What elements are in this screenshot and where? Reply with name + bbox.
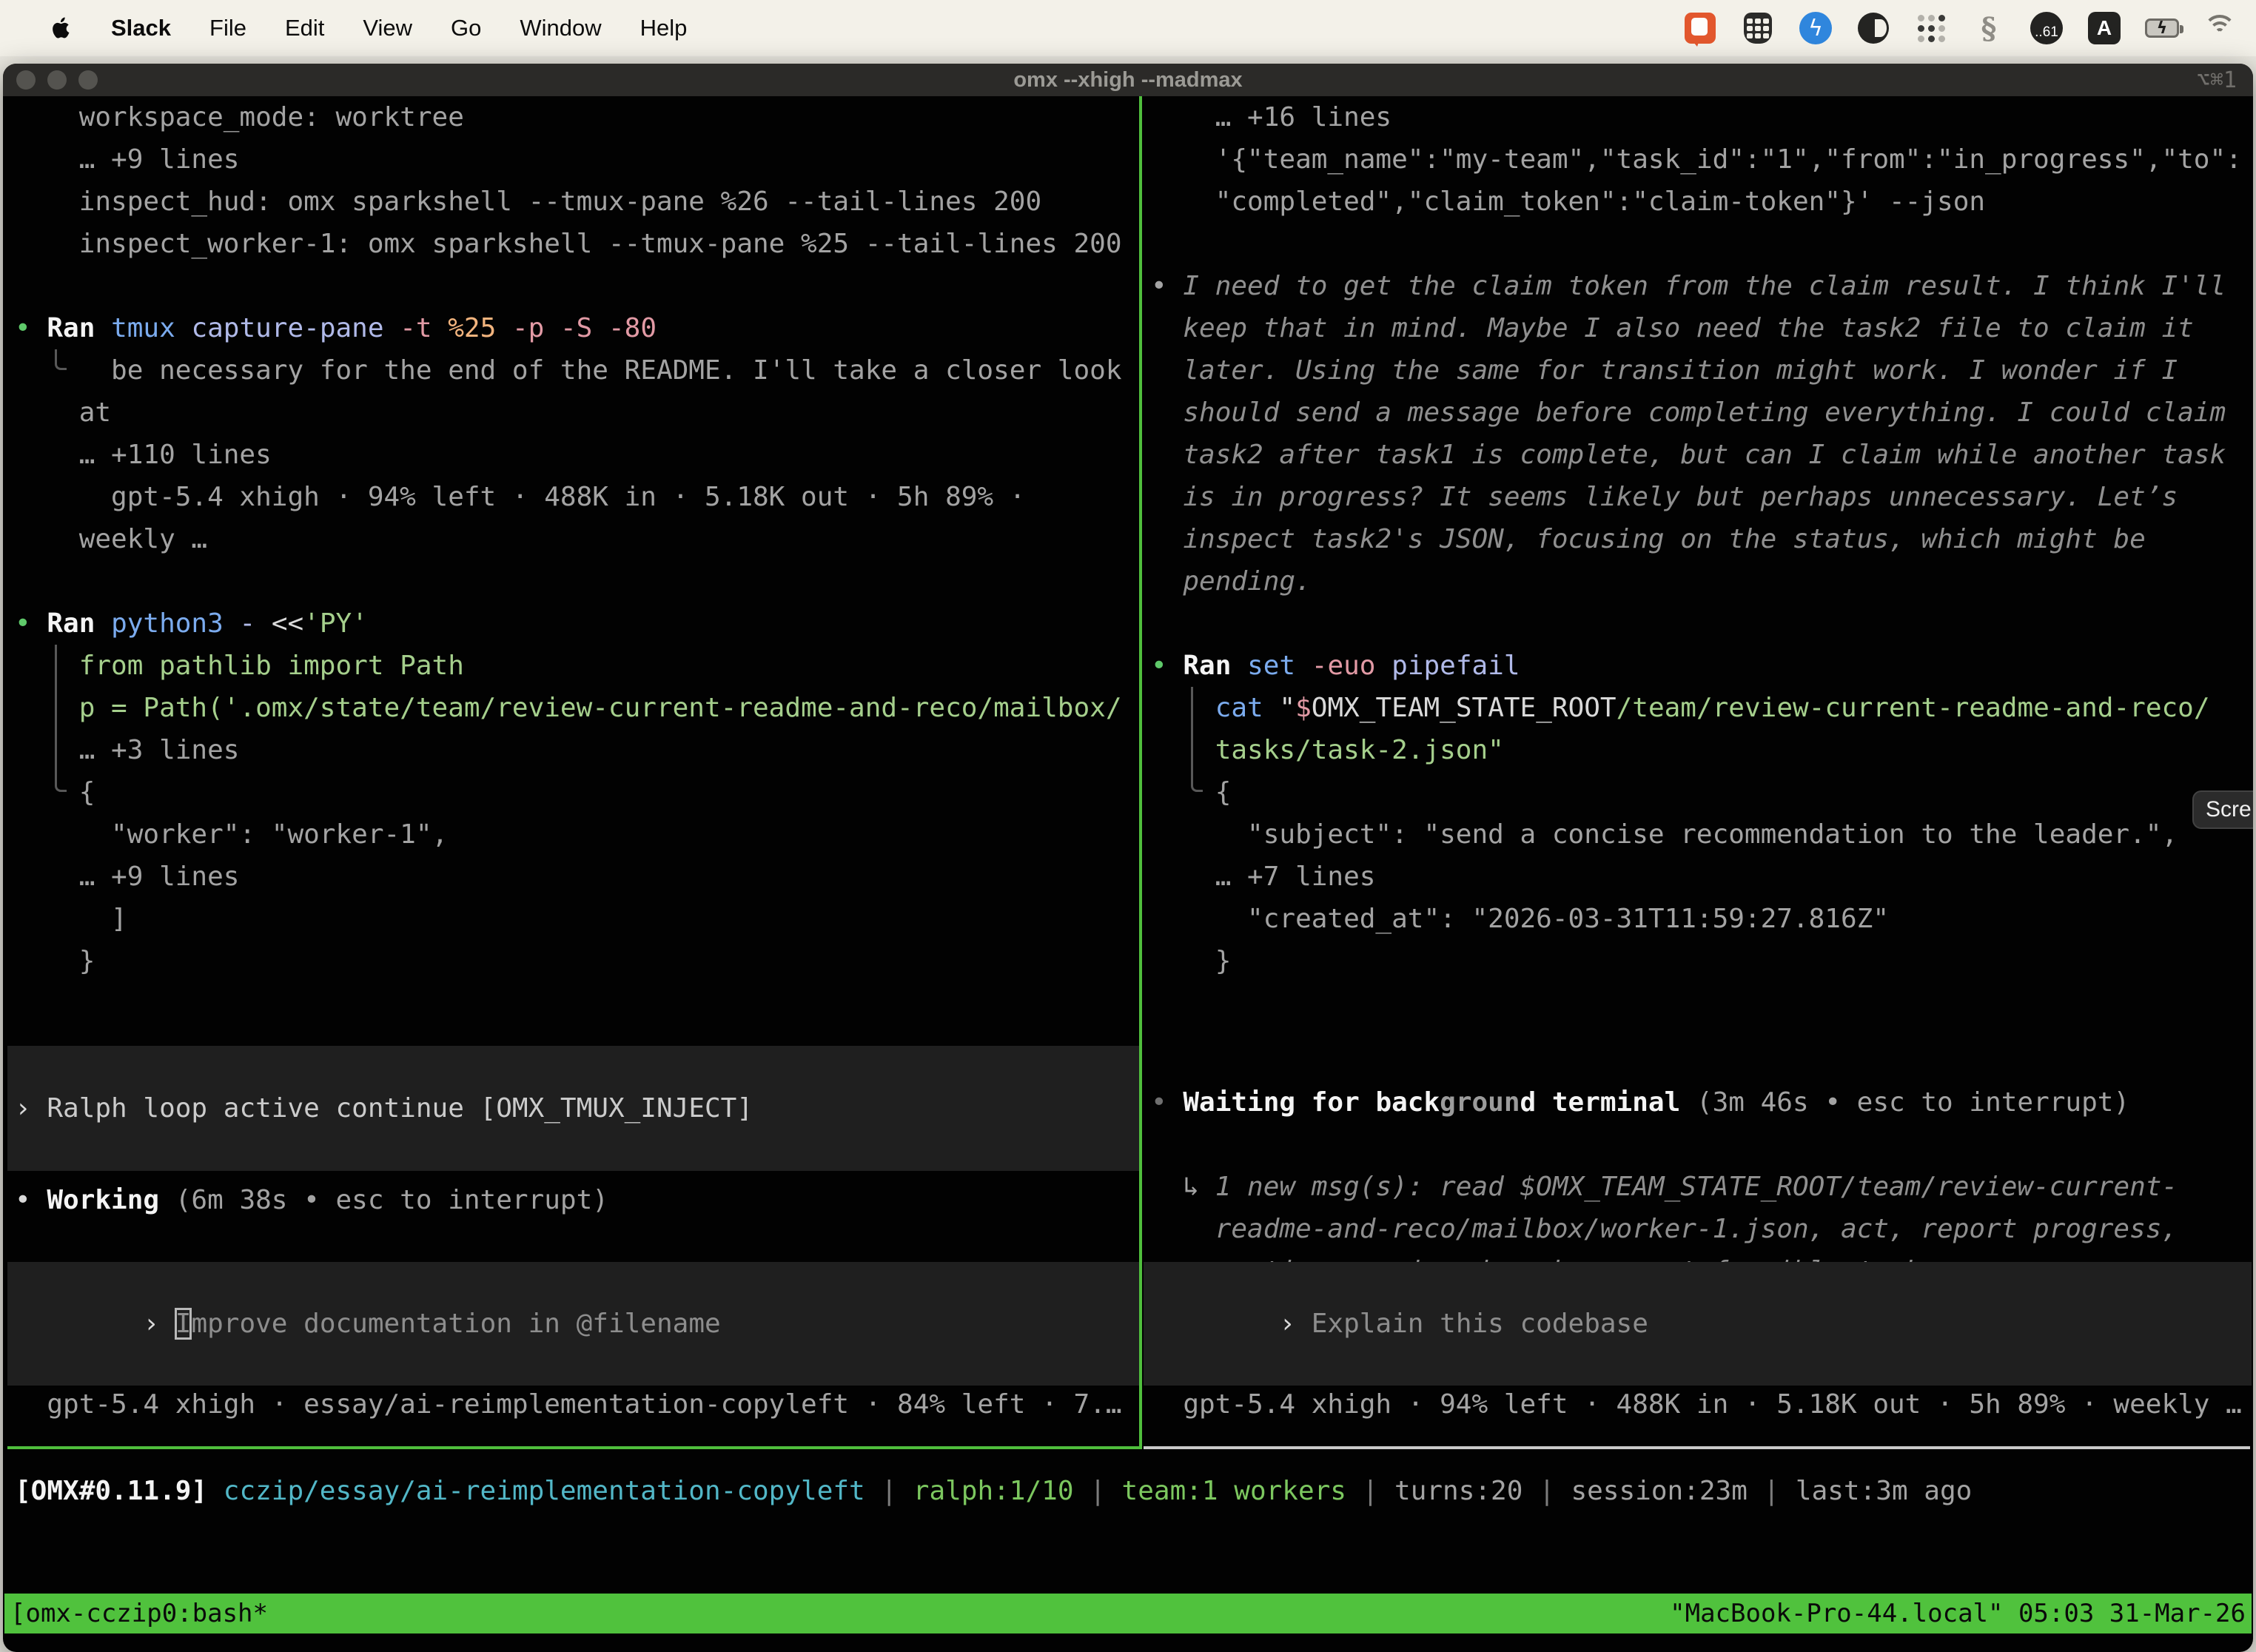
prompt-chevron: › xyxy=(1279,1309,1311,1339)
dots-grid-icon[interactable] xyxy=(1914,11,1948,45)
prompt-input-left[interactable]: › Improve documentation in @filename xyxy=(7,1262,1139,1386)
left-transcript: workspace_mode: worktree … +9 lines insp… xyxy=(15,96,1139,982)
ralph-loop-banner: › Ralph loop active continue [OMX_TMUX_I… xyxy=(7,1046,1139,1171)
bolt-circle-icon[interactable]: ϟ xyxy=(1799,11,1833,45)
output-guide xyxy=(1191,687,1203,792)
window-title: omx --xhigh --madmax xyxy=(3,68,2253,93)
prompt-chevron: › xyxy=(143,1309,175,1339)
tmux-pane-left[interactable]: workspace_mode: worktree … +9 lines insp… xyxy=(7,96,1139,1446)
circle-61-icon[interactable]: ..61 xyxy=(2030,11,2064,45)
battery-icon: ϟ xyxy=(2145,11,2179,45)
shield-grid-icon[interactable] xyxy=(1741,11,1775,45)
menu-item-edit[interactable]: Edit xyxy=(285,15,324,41)
right-pane-border xyxy=(1144,1446,2250,1449)
window-title-bar[interactable]: omx --xhigh --madmax ⌥⌘1 xyxy=(3,64,2253,96)
wifi-icon[interactable] xyxy=(2203,11,2237,45)
menu-status-icons: ϟ § ..61 A ϟ xyxy=(1683,11,2237,45)
chat-icon[interactable] xyxy=(1683,11,1717,45)
menu-item-slack[interactable]: Slack xyxy=(111,15,171,41)
moon-circle-icon[interactable] xyxy=(1856,11,1890,45)
menu-item-help[interactable]: Help xyxy=(640,15,688,41)
omx-status-line: [OMX#0.11.9] cczip/essay/ai-reimplementa… xyxy=(7,1470,2253,1512)
tooltip-label: Scre xyxy=(2206,797,2252,822)
left-model-status: gpt-5.4 xhigh · essay/ai-reimplementatio… xyxy=(15,1383,1139,1426)
screenshot-tooltip: Scre xyxy=(2192,790,2253,829)
window-shortcut-hint: ⌥⌘1 xyxy=(2197,67,2237,93)
input-placeholder: Explain this codebase xyxy=(1312,1309,1648,1339)
left-pane-border xyxy=(7,1446,1139,1449)
right-transcript: … +16 lines '{"team_name":"my-team","tas… xyxy=(1151,96,2252,982)
apple-menu-icon[interactable] xyxy=(46,13,75,43)
menu-item-file[interactable]: File xyxy=(209,15,246,41)
menu-item-view[interactable]: View xyxy=(363,15,412,41)
pane-divider[interactable] xyxy=(1139,96,1142,1449)
menu-item-window[interactable]: Window xyxy=(520,15,601,41)
terminal-window: omx --xhigh --madmax ⌥⌘1 workspace_mode:… xyxy=(3,64,2253,1652)
a-square-icon[interactable]: A xyxy=(2087,11,2121,45)
tmux-session-window[interactable]: [omx-cczip0:bash* xyxy=(10,1599,268,1628)
input-placeholder: mprove documentation in @filename xyxy=(191,1309,720,1339)
menu-bar: Slack File Edit View Go Window Help ϟ § … xyxy=(0,0,2256,56)
menu-item-go[interactable]: Go xyxy=(451,15,481,41)
tmux-host-clock: "MacBook-Pro-44.local" 05:03 31-Mar-26 xyxy=(1670,1599,2246,1628)
s-hook-icon[interactable]: § xyxy=(1972,11,2006,45)
right-model-status: gpt-5.4 xhigh · 94% left · 488K in · 5.1… xyxy=(1151,1383,2252,1426)
output-guide xyxy=(55,645,67,792)
text-cursor: I xyxy=(175,1309,192,1339)
tmux-pane-right[interactable]: … +16 lines '{"team_name":"my-team","tas… xyxy=(1144,96,2252,1446)
prompt-input-right[interactable]: › Explain this codebase xyxy=(1144,1262,2252,1386)
working-status: • Working (6m 38s • esc to interrupt) xyxy=(15,1179,1139,1221)
output-guide xyxy=(55,349,67,370)
tmux-status-bar: [omx-cczip0:bash* "MacBook-Pro-44.local"… xyxy=(4,1594,2252,1633)
